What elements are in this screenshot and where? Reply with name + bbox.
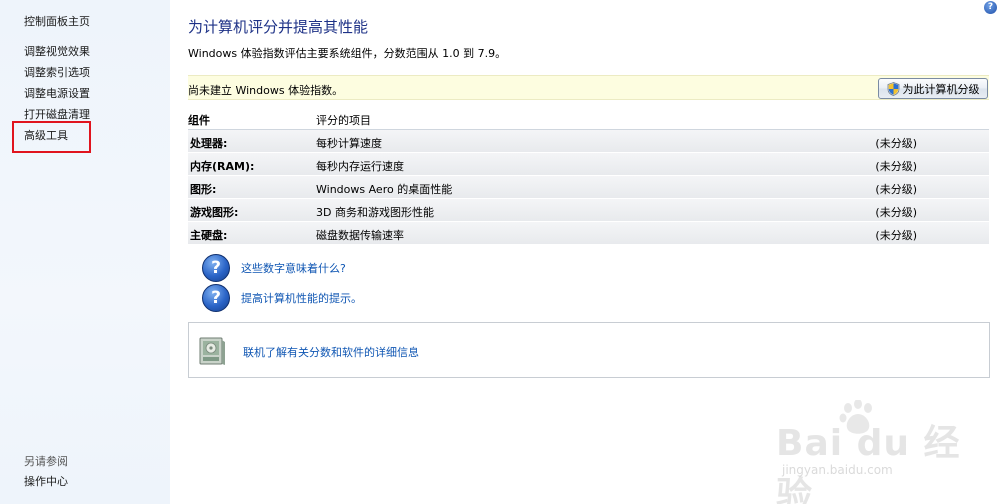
rate-button-label: 为此计算机分级 [902, 82, 980, 96]
sidebar: 控制面板主页 调整视觉效果 调整索引选项 调整电源设置 打开磁盘清理 高级工具 … [0, 0, 170, 504]
score-table-header: 组件 评分的项目 [188, 108, 989, 130]
column-header-rated-item: 评分的项目 [316, 114, 371, 127]
row-item: 每秒内存运行速度 [316, 160, 404, 173]
help-icon[interactable]: ? [984, 1, 997, 14]
row-component: 处理器: [190, 137, 228, 150]
row-score: (未分级) [875, 183, 917, 196]
table-row: 处理器: 每秒计算速度 (未分级) [188, 130, 989, 153]
table-row: 内存(RAM): 每秒内存运行速度 (未分级) [188, 153, 989, 176]
question-mark-icon: ? [202, 284, 230, 312]
row-component: 内存(RAM): [190, 160, 255, 173]
help-link-tips-row: ? 提高计算机性能的提示。 [202, 284, 362, 312]
performance-tips-link[interactable]: 提高计算机性能的提示。 [241, 290, 362, 306]
sidebar-item-visual-effects[interactable]: 调整视觉效果 [24, 43, 90, 59]
software-box-icon [199, 337, 225, 365]
not-built-notice: 尚未建立 Windows 体验指数。 为此计算机分级 [188, 75, 989, 100]
table-row: 游戏图形: 3D 商务和游戏图形性能 (未分级) [188, 199, 989, 222]
question-mark-icon: ? [202, 254, 230, 282]
row-score: (未分级) [875, 137, 917, 150]
main-content: ? 为计算机评分并提高其性能 Windows 体验指数评估主要系统组件，分数范围… [170, 0, 1000, 504]
row-score: (未分级) [875, 229, 917, 242]
not-built-text: 尚未建立 Windows 体验指数。 [188, 84, 344, 97]
table-row: 主硬盘: 磁盘数据传输速率 (未分级) [188, 222, 989, 245]
online-details-link[interactable]: 联机了解有关分数和软件的详细信息 [243, 344, 419, 360]
row-component: 主硬盘: [190, 229, 228, 242]
page-title: 为计算机评分并提高其性能 [188, 18, 369, 36]
row-item: 磁盘数据传输速率 [316, 229, 404, 242]
row-score: (未分级) [875, 206, 917, 219]
score-table: 组件 评分的项目 处理器: 每秒计算速度 (未分级) 内存(RAM): 每秒内存… [188, 108, 989, 245]
row-component: 游戏图形: [190, 206, 239, 219]
sidebar-item-disk-cleanup[interactable]: 打开磁盘清理 [24, 106, 90, 122]
what-do-numbers-mean-link[interactable]: 这些数字意味着什么? [241, 260, 346, 276]
sidebar-item-power-settings[interactable]: 调整电源设置 [24, 85, 90, 101]
row-component: 图形: [190, 183, 217, 196]
see-also-heading: 另请参阅 [24, 455, 68, 468]
page-subtitle: Windows 体验指数评估主要系统组件，分数范围从 1.0 到 7.9。 [188, 47, 507, 60]
row-item: Windows Aero 的桌面性能 [316, 183, 453, 196]
table-row: 图形: Windows Aero 的桌面性能 (未分级) [188, 176, 989, 199]
sidebar-item-indexing-options[interactable]: 调整索引选项 [24, 64, 90, 80]
help-link-meaning-row: ? 这些数字意味着什么? [202, 254, 346, 282]
rate-this-computer-button[interactable]: 为此计算机分级 [878, 78, 988, 99]
row-item: 每秒计算速度 [316, 137, 382, 150]
sidebar-item-action-center[interactable]: 操作中心 [24, 473, 68, 489]
highlight-annotation-box [12, 121, 91, 153]
uac-shield-icon [887, 81, 899, 96]
row-item: 3D 商务和游戏图形性能 [316, 206, 434, 219]
row-score: (未分级) [875, 160, 917, 173]
column-header-component: 组件 [188, 114, 210, 127]
online-info-box: 联机了解有关分数和软件的详细信息 [188, 322, 990, 378]
sidebar-control-panel-home[interactable]: 控制面板主页 [24, 13, 90, 29]
